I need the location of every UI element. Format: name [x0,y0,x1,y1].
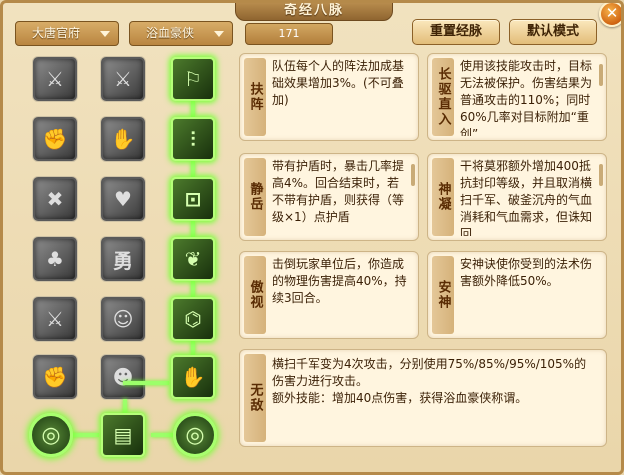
trait-name: 神凝 [432,158,454,236]
style-select-value: 浴血豪侠 [146,26,195,40]
active-skill-icon[interactable]: ⌬ [171,297,215,341]
scrollbar[interactable] [599,164,603,186]
trait-name: 无敌 [244,354,266,442]
active-skill-icon[interactable]: ❦ [171,237,215,281]
round-skill-icon[interactable]: ◎ [29,413,73,457]
active-skill-icon[interactable]: ⊡ [171,177,215,221]
trait-name: 静岳 [244,158,266,236]
skill-icon[interactable]: ✋ [101,117,145,161]
round-skill-icon[interactable]: ◎ [173,413,217,457]
reset-meridian-button[interactable]: 重置经脉 [412,19,500,45]
trait-card: 神凝 干将莫邪额外增加400抵抗封印等级，并且取消横扫千军、破釜沉舟的气血消耗和… [427,153,607,241]
skill-icon[interactable]: ☺ [101,297,145,341]
path-connector [151,433,173,437]
path-connector [191,161,195,177]
trait-description: 干将莫邪额外增加400抵抗封印等级，并且取消横扫千军、破釜沉舟的气血消耗和气血需… [460,159,593,236]
chevron-down-icon [100,31,110,37]
skill-icon[interactable]: ⚔ [33,297,77,341]
meridian-window: 奇经八脉 ✕ 大唐官府 浴血豪侠 171 重置经脉 默认模式 ⚔ ✊ ✖ ♣ ⚔… [0,0,624,475]
window-title: 奇经八脉 [235,3,393,21]
skill-icon[interactable]: ⚔ [33,57,77,101]
skill-icon[interactable]: ♥ [101,177,145,221]
trait-name: 扶阵 [244,58,266,136]
skill-icon[interactable]: ✊ [33,117,77,161]
trait-description: 队伍每个人的阵法加成基础效果增加3%。(不可叠加) [272,59,405,107]
default-mode-button[interactable]: 默认模式 [509,19,597,45]
trait-description: 带有护盾时，暴击几率提高4%。回合结束时，若不带有护盾，则获得（等级×1）点护盾 [272,159,405,224]
trait-card: 扶阵 队伍每个人的阵法加成基础效果增加3%。(不可叠加) [239,53,419,141]
skill-icon[interactable]: ✊ [33,355,77,399]
path-connector [123,381,169,385]
school-select-value: 大唐官府 [32,26,81,40]
trait-card: 静岳 带有护盾时，暴击几率提高4%。回合结束时，若不带有护盾，则获得（等级×1）… [239,153,419,241]
trait-description: 使用该技能攻击时，目标无法被保护。伤害结果为普通攻击的110%；同时60%几率对… [460,59,593,136]
path-connector [191,221,195,237]
skill-icon[interactable]: ⚔ [101,57,145,101]
scrollbar[interactable] [599,64,603,86]
trait-name: 安神 [432,256,454,334]
trait-card: 无敌 横扫千军变为4次攻击，分别使用75%/85%/95%/105%的伤害力进行… [239,349,607,447]
active-skill-icon[interactable]: ✋ [171,355,215,399]
trait-description: 击倒玩家单位后，你造成的物理伤害提高40%，持续3回合。 [272,257,407,305]
active-skill-icon[interactable]: ▤ [101,413,145,457]
active-skill-icon[interactable]: ⚐ [171,57,215,101]
path-connector [191,101,195,117]
trait-card: 长驱直入 使用该技能攻击时，目标无法被保护。伤害结果为普通攻击的110%；同时6… [427,53,607,141]
skill-icon[interactable]: ✖ [33,177,77,221]
trait-card: 傲视 击倒玩家单位后，你造成的物理伤害提高40%，持续3回合。 [239,251,419,339]
scrollbar[interactable] [411,164,415,186]
style-select[interactable]: 浴血豪侠 [129,21,233,46]
trait-name: 长驱直入 [432,58,454,136]
path-connector [191,281,195,297]
skill-icon[interactable]: ♣ [33,237,77,281]
skill-icon[interactable]: 勇 [101,237,145,281]
chevron-down-icon [214,31,224,37]
trait-name: 傲视 [244,256,266,334]
trait-description: 安神诀使你受到的法术伤害额外降低50%。 [460,257,593,288]
trait-card: 安神 安神诀使你受到的法术伤害额外降低50%。 [427,251,607,339]
active-skill-icon[interactable]: ⫶ [171,117,215,161]
level-input[interactable]: 171 [245,23,333,45]
school-select[interactable]: 大唐官府 [15,21,119,46]
skill-icon[interactable]: ☻ [101,355,145,399]
path-connector [191,341,195,355]
close-button[interactable]: ✕ [599,3,621,27]
trait-description: 横扫千军变为4次攻击，分别使用75%/85%/95%/105%的伤害力进行攻击。… [272,357,587,405]
